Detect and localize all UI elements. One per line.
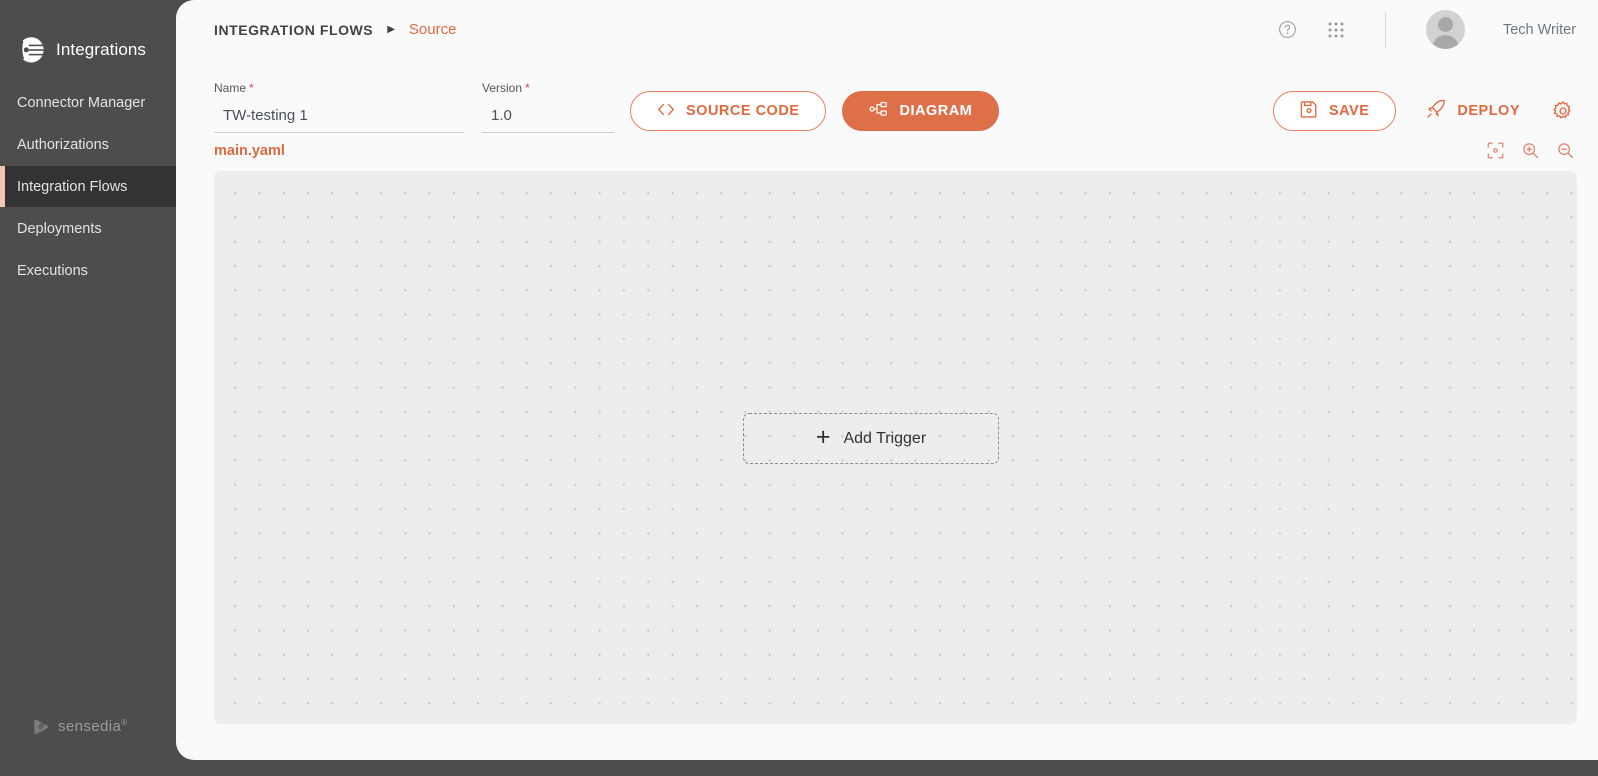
- sidebar: Integrations Connector Manager Authoriza…: [0, 0, 176, 776]
- diagram-label: DIAGRAM: [899, 103, 973, 119]
- sidebar-item-label: Executions: [17, 262, 88, 279]
- source-code-label: SOURCE CODE: [686, 103, 800, 119]
- main-panel: INTEGRATION FLOWS ▶ Source Tech Writer N…: [176, 0, 1598, 760]
- breadcrumb-current: Source: [408, 21, 457, 38]
- source-code-button[interactable]: SOURCE CODE: [630, 91, 827, 131]
- breadcrumb-root[interactable]: INTEGRATION FLOWS: [214, 22, 373, 38]
- zoom-out-icon[interactable]: [1554, 140, 1576, 162]
- save-label: SAVE: [1328, 103, 1370, 119]
- required-mark: *: [249, 81, 254, 95]
- file-name[interactable]: main.yaml: [214, 143, 285, 159]
- name-input[interactable]: [214, 107, 464, 133]
- version-label: Version *: [482, 81, 530, 95]
- sensedia-footer-logo: sensedia®: [32, 717, 128, 736]
- breadcrumb: INTEGRATION FLOWS ▶ Source: [214, 21, 456, 38]
- code-brackets-icon: [657, 103, 675, 120]
- sidebar-item-label: Connector Manager: [17, 94, 146, 111]
- divider: [1384, 11, 1386, 48]
- sidebar-item-executions[interactable]: Executions: [0, 250, 176, 291]
- diagram-button[interactable]: DIAGRAM: [842, 91, 1000, 131]
- floppy-disk-icon: [1300, 100, 1318, 122]
- chevron-right-icon: ▶: [387, 23, 395, 35]
- sidebar-item-label: Authorizations: [17, 136, 109, 153]
- sidebar-nav: Connector Manager Authorizations Integra…: [0, 82, 176, 291]
- deploy-button[interactable]: DEPLOY: [1420, 91, 1526, 131]
- sidebar-item-label: Deployments: [17, 220, 102, 237]
- flow-actions: SAVE DEPLOY: [1272, 91, 1576, 131]
- avatar-body: [1431, 35, 1459, 49]
- version-input[interactable]: [482, 107, 614, 133]
- name-label: Name *: [214, 81, 254, 95]
- sensedia-wordmark: sensedia®: [58, 718, 128, 735]
- view-toggle-group: SOURCE CODE DIAGRAM: [630, 91, 1000, 131]
- add-trigger-label: Add Trigger: [843, 429, 927, 447]
- avatar-head: [1437, 17, 1453, 32]
- sidebar-item-authorizations[interactable]: Authorizations: [0, 124, 176, 165]
- version-field-group: Version *: [482, 81, 614, 133]
- required-mark: *: [525, 81, 530, 95]
- rocket-icon: [1426, 99, 1446, 123]
- top-bar: INTEGRATION FLOWS ▶ Source Tech Writer: [176, 0, 1598, 59]
- canvas-wrapper: + Add Trigger: [176, 168, 1598, 724]
- brand: Integrations: [0, 0, 176, 76]
- brand-name: Integrations: [56, 40, 147, 59]
- add-trigger-button[interactable]: + Add Trigger: [743, 413, 999, 464]
- sidebar-item-integration-flows[interactable]: Integration Flows: [0, 166, 176, 207]
- canvas-tools: [1484, 140, 1576, 162]
- zoom-in-icon[interactable]: [1519, 140, 1541, 162]
- editor-toolbar: main.yaml: [176, 133, 1598, 168]
- user-avatar-icon[interactable]: [1425, 10, 1465, 49]
- name-field-group: Name *: [214, 81, 464, 133]
- sidebar-item-label: Integration Flows: [17, 178, 128, 195]
- user-name[interactable]: Tech Writer: [1503, 22, 1576, 38]
- fit-to-screen-icon[interactable]: [1484, 140, 1506, 162]
- plus-icon: +: [815, 423, 831, 451]
- sidebar-item-connector-manager[interactable]: Connector Manager: [0, 82, 176, 123]
- deploy-label: DEPLOY: [1457, 103, 1520, 119]
- flow-meta-row: Name* Version* SOURCE CODE: [176, 59, 1598, 133]
- diagram-canvas[interactable]: + Add Trigger: [214, 171, 1577, 724]
- sensedia-logo-icon: [32, 717, 51, 736]
- help-circle-icon[interactable]: [1275, 17, 1301, 43]
- top-bar-actions: Tech Writer: [1275, 10, 1576, 49]
- app-root: Integrations Connector Manager Authoriza…: [0, 0, 1598, 776]
- gear-icon[interactable]: [1550, 98, 1576, 124]
- integrations-logo-icon: [16, 35, 46, 65]
- diagram-nodes-icon: [869, 101, 888, 121]
- save-button[interactable]: SAVE: [1272, 91, 1397, 131]
- apps-grid-icon[interactable]: [1323, 17, 1349, 43]
- sidebar-item-deployments[interactable]: Deployments: [0, 208, 176, 249]
